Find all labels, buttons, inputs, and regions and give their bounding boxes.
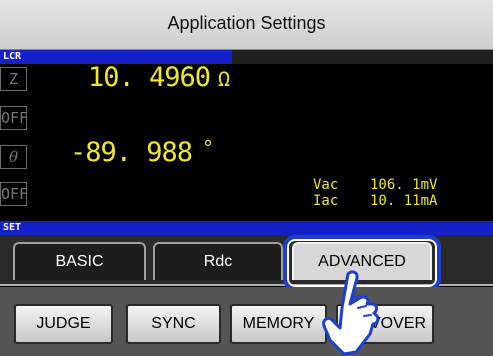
param1-unit: Ω [218, 67, 230, 91]
pointing-hand-icon [322, 270, 380, 356]
param1-selector[interactable]: Z [0, 67, 27, 91]
monitor-vac-label: Vac [313, 177, 339, 193]
tab-basic[interactable]: BASIC [13, 242, 146, 280]
window-title: Application Settings [0, 0, 493, 50]
param2-selector[interactable]: OFF [0, 106, 28, 130]
param1-value: 10. 4960 Ω [88, 62, 230, 93]
monitor-vac-value: 106. 1mV [370, 177, 438, 193]
monitor-iac-value: 10. 11mA [370, 193, 438, 209]
lcr-header: LCR [0, 50, 493, 64]
param3-selector[interactable]: θ [0, 145, 27, 169]
measurement-panel: Z 10. 4960 Ω OFF θ -89. 988 ° OFF Vac 106.… [0, 62, 493, 220]
memory-button[interactable]: MEMORY [230, 304, 327, 344]
judge-button[interactable]: JUDGE [14, 304, 113, 344]
sync-button[interactable]: SYNC [126, 304, 221, 344]
function-button-bar: JUDGE SYNC MEMORY C.VOVER [0, 287, 493, 356]
set-header: SET [0, 221, 493, 235]
param4-selector[interactable]: OFF [0, 182, 28, 206]
monitor-iac-label: Iac [313, 193, 339, 209]
param3-value: -89. 988 ° [70, 136, 214, 168]
param1-number: 10. 4960 [88, 62, 211, 93]
param3-number: -89. 988 [70, 137, 193, 168]
param3-unit: ° [202, 136, 214, 160]
screen: Application Settings LCR Z 10. 4960 Ω OFF… [0, 0, 493, 356]
tab-rdc[interactable]: Rdc [153, 242, 283, 280]
